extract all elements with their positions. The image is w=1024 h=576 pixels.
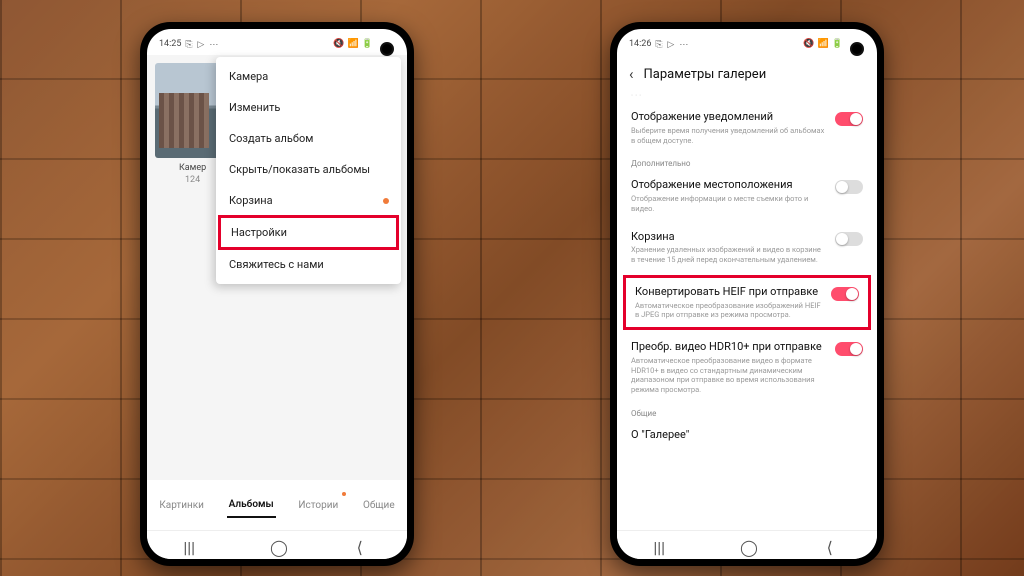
menu-item-trash[interactable]: Корзина: [216, 185, 401, 216]
toggle-trash[interactable]: [835, 232, 863, 246]
tab-shared[interactable]: Общие: [361, 494, 397, 517]
status-time: 14:25: [159, 39, 181, 49]
tab-albums[interactable]: Альбомы: [227, 493, 276, 518]
setting-location[interactable]: Отображение местоположения Отображение и…: [619, 170, 875, 221]
play-icon: ▷: [667, 40, 675, 48]
gallery-albums-grid: Камер 124 Камера Изменить Создать альбом…: [147, 55, 407, 530]
menu-item-create-album[interactable]: Создать альбом: [216, 123, 401, 154]
phone-mockup-left: 14:25 ⎘ ▷ ⋯ 🔇 📶 🔋 Камер 124 Камера Измен…: [140, 22, 414, 566]
new-dot-icon: [342, 492, 346, 496]
tab-stories[interactable]: Истории: [296, 494, 340, 517]
front-camera-hole: [850, 42, 864, 56]
phone-mockup-right: 14:26 ⎘ ▷ ⋯ 🔇 📶 🔋 ‹ Параметры галереи · …: [610, 22, 884, 566]
setting-hdr10[interactable]: Преобр. видео HDR10+ при отправке Автома…: [619, 332, 875, 403]
back-arrow-icon[interactable]: ‹: [629, 65, 634, 83]
home-icon[interactable]: ◯: [270, 538, 284, 552]
signal-icon: 📶: [348, 39, 359, 49]
setting-desc: Хранение удаленных изображений и видео в…: [631, 245, 827, 265]
setting-desc: Автоматическое преобразование видео в фо…: [631, 356, 827, 395]
recents-icon[interactable]: |||: [653, 538, 667, 552]
toggle-notifications[interactable]: [835, 112, 863, 126]
setting-convert-heif[interactable]: Конвертировать HEIF при отправке Автомат…: [623, 275, 871, 330]
battery-icon: 🔋: [832, 39, 843, 49]
page-title: Параметры галереи: [644, 67, 767, 82]
settings-header: ‹ Параметры галереи: [617, 55, 877, 89]
setting-about-gallery[interactable]: О "Галерее": [619, 420, 875, 452]
setting-notifications[interactable]: Отображение уведомлений Выберите время п…: [619, 102, 875, 153]
screenshot-icon: ⎘: [655, 40, 663, 48]
setting-title: Отображение местоположения: [631, 178, 827, 192]
back-icon[interactable]: ⟨: [357, 538, 371, 552]
toggle-convert-heif[interactable]: [831, 287, 859, 301]
setting-title: Преобр. видео HDR10+ при отправке: [631, 340, 827, 354]
battery-icon: 🔋: [362, 39, 373, 49]
more-icon: ⋯: [679, 40, 687, 48]
tab-pictures[interactable]: Картинки: [157, 494, 206, 517]
screenshot-icon: ⎘: [185, 40, 193, 48]
more-icon: ⋯: [209, 40, 217, 48]
menu-item-hide-albums[interactable]: Скрыть/показать альбомы: [216, 154, 401, 185]
setting-trash[interactable]: Корзина Хранение удаленных изображений и…: [619, 222, 875, 273]
setting-desc: Автоматическое преобразование изображени…: [635, 301, 823, 321]
new-badge-icon: [383, 198, 389, 204]
mute-icon: 🔇: [333, 39, 344, 49]
section-label-general: Общие: [619, 403, 875, 420]
menu-item-contact-us[interactable]: Свяжитесь с нами: [216, 249, 401, 280]
menu-item-label: Корзина: [229, 194, 273, 207]
play-icon: ▷: [197, 40, 205, 48]
mute-icon: 🔇: [803, 39, 814, 49]
tab-label: Истории: [298, 500, 338, 511]
signal-icon: 📶: [818, 39, 829, 49]
status-bar: 14:25 ⎘ ▷ ⋯ 🔇 📶 🔋: [147, 29, 407, 55]
menu-item-settings[interactable]: Настройки: [218, 215, 399, 250]
toggle-location[interactable]: [835, 180, 863, 194]
toggle-hdr10[interactable]: [835, 342, 863, 356]
setting-title: Отображение уведомлений: [631, 110, 827, 124]
overflow-menu: Камера Изменить Создать альбом Скрыть/по…: [216, 57, 401, 284]
status-time: 14:26: [629, 39, 651, 49]
back-icon[interactable]: ⟨: [827, 538, 841, 552]
menu-item-camera[interactable]: Камера: [216, 61, 401, 92]
settings-list[interactable]: · · · Отображение уведомлений Выберите в…: [617, 89, 877, 530]
front-camera-hole: [380, 42, 394, 56]
setting-desc: Отображение информации о месте съемки фо…: [631, 194, 827, 214]
album-count: 124: [185, 175, 200, 185]
menu-item-edit[interactable]: Изменить: [216, 92, 401, 123]
android-nav-bar: ||| ◯ ⟨: [617, 530, 877, 559]
bottom-tabs: Картинки Альбомы Истории Общие: [147, 480, 407, 530]
home-icon[interactable]: ◯: [740, 538, 754, 552]
setting-title: О "Галерее": [631, 428, 863, 442]
truncated-item: · · ·: [619, 89, 875, 102]
album-label: Камер: [179, 163, 206, 175]
setting-title: Конвертировать HEIF при отправке: [635, 285, 823, 299]
recents-icon[interactable]: |||: [183, 538, 197, 552]
section-label-additional: Дополнительно: [619, 153, 875, 170]
setting-title: Корзина: [631, 230, 827, 244]
status-bar: 14:26 ⎘ ▷ ⋯ 🔇 📶 🔋: [617, 29, 877, 55]
setting-desc: Выберите время получения уведомлений об …: [631, 126, 827, 146]
android-nav-bar: ||| ◯ ⟨: [147, 530, 407, 559]
